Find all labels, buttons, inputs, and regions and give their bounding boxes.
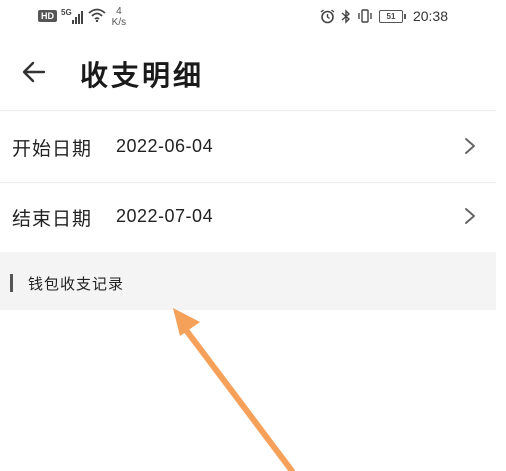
chevron-right-icon [465, 138, 475, 154]
network-speed: 4 K/s [112, 6, 126, 28]
status-right-group: 51 20:38 [320, 8, 448, 24]
chevron-right-icon [465, 208, 475, 224]
header-divider [0, 110, 496, 111]
alarm-icon [320, 8, 335, 23]
signal-icon [71, 10, 84, 24]
page-header: 收支明细 [0, 36, 506, 108]
clock: 20:38 [412, 8, 448, 24]
wallet-records-section-header: 钱包收支记录 [0, 252, 496, 310]
back-arrow-icon[interactable] [18, 56, 50, 88]
start-date-value: 2022-06-04 [116, 136, 214, 156]
vibrate-icon [358, 9, 372, 23]
section-accent-bar [10, 274, 13, 292]
end-date-row[interactable]: 结束日期 2022-07-04 [0, 182, 496, 252]
start-date-label: 开始日期 [12, 138, 93, 160]
status-bar: HD 5G 4 K/s 51 20:38 [0, 0, 506, 36]
end-date-value: 2022-07-04 [116, 206, 214, 226]
battery-icon: 51 [378, 9, 406, 23]
end-date-label: 结束日期 [12, 208, 93, 230]
section-title: 钱包收支记录 [28, 275, 125, 293]
page-title: 收支明细 [80, 59, 205, 92]
bluetooth-icon [341, 8, 350, 24]
network-type: 5G [61, 8, 72, 17]
hd-badge: HD [38, 10, 57, 22]
status-left-group: HD 5G 4 K/s [38, 6, 126, 28]
speed-value: 4 [116, 6, 122, 17]
start-date-row[interactable]: 开始日期 2022-06-04 [0, 112, 496, 182]
wifi-icon [88, 8, 106, 22]
speed-unit: K/s [111, 17, 127, 28]
